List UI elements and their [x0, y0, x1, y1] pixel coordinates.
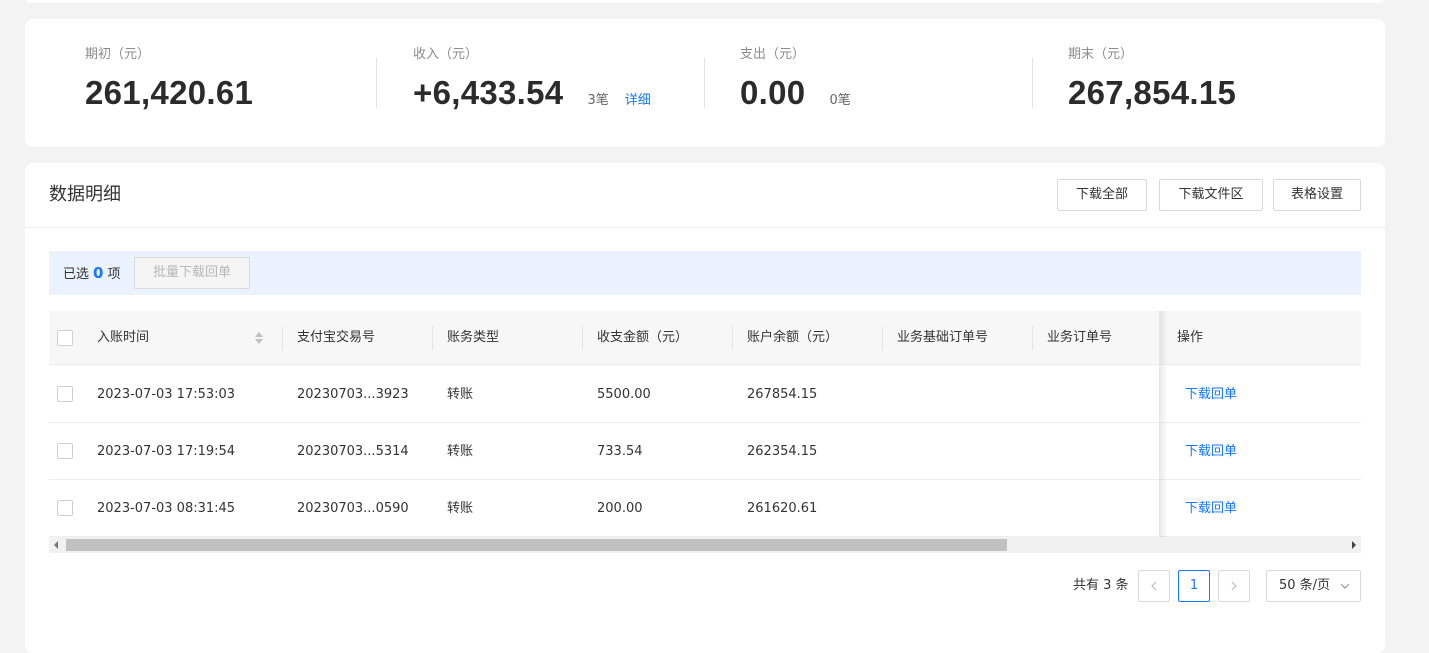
selection-prefix: 已选	[63, 267, 90, 282]
cell-time: 2023-07-03 17:19:54	[97, 444, 236, 459]
page-size-select[interactable]: 50 条/页	[1266, 570, 1361, 602]
top-card-edge	[25, 0, 1385, 3]
opening-label: 期初（元）	[85, 47, 151, 62]
next-page-button[interactable]	[1218, 570, 1250, 602]
fixed-column-shadow	[1160, 311, 1168, 537]
pagination-total: 共有 3 条	[1073, 578, 1129, 593]
chevron-left-icon	[1151, 581, 1157, 591]
closing-balance-stat: 期末（元） 267,854.15	[1068, 46, 1236, 113]
cell-trade-no: 20230703...5314	[297, 444, 409, 459]
card-header: 数据明细 下载全部 下载文件区 表格设置	[25, 163, 1385, 228]
cell-balance: 267854.15	[747, 387, 818, 402]
column-separator	[732, 326, 733, 350]
download-receipt-link[interactable]: 下载回单	[1185, 423, 1237, 480]
opening-value: 261,420.61	[85, 74, 254, 111]
cell-time: 2023-07-03 08:31:45	[97, 501, 236, 516]
stat-divider	[376, 58, 377, 108]
horizontal-scrollbar[interactable]	[49, 537, 1361, 553]
summary-card: 期初（元） 261,420.61 收入（元） +6,433.54 3笔 详细 支…	[25, 19, 1385, 147]
row-checkbox[interactable]	[57, 500, 73, 516]
cell-balance: 262354.15	[747, 444, 818, 459]
column-header: 业务基础订单号	[897, 330, 989, 345]
column-header: 操作	[1177, 330, 1204, 345]
sort-icon[interactable]	[254, 331, 264, 345]
row-checkbox[interactable]	[57, 386, 73, 402]
column-header[interactable]: 入账时间	[97, 311, 149, 365]
expense-count: 0笔	[829, 93, 851, 108]
column-separator	[582, 326, 583, 350]
expense-label: 支出（元）	[740, 47, 806, 62]
chevron-down-icon	[1340, 583, 1350, 589]
column-separator	[432, 326, 433, 350]
row-checkbox[interactable]	[57, 443, 73, 459]
selection-count: 0	[93, 264, 104, 282]
closing-label: 期末（元）	[1068, 47, 1134, 62]
select-all-checkbox[interactable]	[57, 330, 73, 346]
opening-balance-stat: 期初（元） 261,420.61	[85, 46, 253, 113]
column-separator	[882, 326, 883, 350]
download-receipt-link[interactable]: 下载回单	[1185, 480, 1237, 537]
income-label: 收入（元）	[413, 47, 479, 62]
cell-type: 转账	[447, 387, 474, 402]
column-header: 支付宝交易号	[297, 330, 376, 345]
table-settings-button[interactable]: 表格设置	[1273, 179, 1361, 211]
closing-value: 267,854.15	[1068, 74, 1237, 111]
expense-stat: 支出（元） 0.00 0笔	[740, 46, 851, 113]
cell-type: 转账	[447, 501, 474, 516]
cell-type: 转账	[447, 444, 474, 459]
cell-amount: 200.00	[597, 501, 643, 516]
page-button-current[interactable]: 1	[1178, 570, 1210, 602]
data-table: 入账时间 支付宝交易号 账务类型 收支金额（元） 账户余额（元） 业务基础订单号…	[49, 311, 1361, 537]
selection-suffix: 项	[107, 267, 121, 282]
stat-divider	[704, 58, 705, 108]
income-detail-link[interactable]: 详细	[625, 89, 651, 108]
download-all-button[interactable]: 下载全部	[1057, 179, 1147, 211]
download-area-button[interactable]: 下载文件区	[1159, 179, 1263, 211]
page-size-value: 50 条/页	[1279, 578, 1331, 593]
scroll-left-icon[interactable]	[54, 541, 58, 549]
scrollbar-thumb[interactable]	[66, 539, 1007, 551]
column-separator	[1032, 326, 1033, 350]
cell-trade-no: 20230703...0590	[297, 501, 409, 516]
prev-page-button[interactable]	[1138, 570, 1170, 602]
cell-trade-no: 20230703...3923	[297, 387, 409, 402]
income-count: 3笔	[587, 93, 609, 108]
column-header: 账务类型	[447, 330, 500, 345]
batch-download-button[interactable]: 批量下载回单	[134, 257, 250, 289]
income-stat: 收入（元） +6,433.54 3笔 详细	[413, 46, 651, 113]
selection-bar: 已选 0 项 批量下载回单	[49, 251, 1361, 295]
chevron-right-icon	[1231, 581, 1237, 591]
download-receipt-link[interactable]: 下载回单	[1185, 366, 1237, 423]
cell-amount: 733.54	[597, 444, 643, 459]
scroll-right-icon[interactable]	[1352, 541, 1356, 549]
column-header: 收支金额（元）	[597, 330, 689, 345]
page-title: 数据明细	[49, 184, 121, 205]
column-header: 账户余额（元）	[747, 330, 839, 345]
expense-value: 0.00	[740, 74, 806, 111]
cell-balance: 261620.61	[747, 501, 818, 516]
selection-info: 已选 0 项	[63, 263, 120, 285]
cell-time: 2023-07-03 17:53:03	[97, 387, 236, 402]
income-value: +6,433.54	[413, 74, 564, 111]
column-header: 业务订单号	[1047, 330, 1113, 345]
column-separator	[282, 326, 283, 350]
data-detail-card: 数据明细 下载全部 下载文件区 表格设置 已选 0 项 批量下载回单 入账时间 支付…	[25, 163, 1385, 653]
stat-divider	[1032, 58, 1033, 108]
cell-amount: 5500.00	[597, 387, 651, 402]
